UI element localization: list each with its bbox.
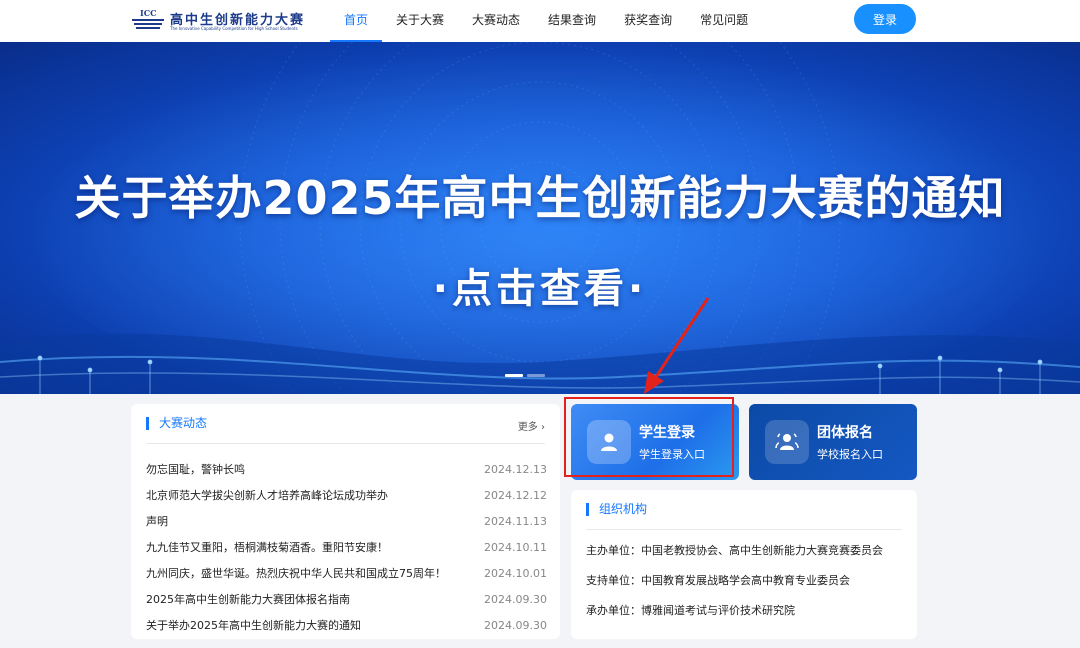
nav-item-3[interactable]: 大赛动态	[458, 0, 534, 42]
org-card-title: 组织机构	[586, 503, 647, 516]
news-item[interactable]: 声明 2024.11.13	[146, 508, 547, 534]
site-logo[interactable]: ICC 高中生创新能力大赛 The Innovative Capability …	[130, 8, 303, 34]
news-item-date: 2024.09.30	[484, 618, 547, 632]
news-card: 大赛动态 更多 › 勿忘国耻，警钟长鸣 2024.12.13 北京师范大学拔尖创新人…	[131, 404, 560, 639]
news-item[interactable]: 北京师范大学拔尖创新人才培养高峰论坛成功举办 2024.12.12	[146, 482, 547, 508]
icc-logo-icon: ICC	[132, 8, 164, 29]
banner-title: 关于举办2025年高中生创新能力大赛的通知	[74, 171, 1006, 225]
news-item-title[interactable]: 声明	[146, 513, 168, 529]
org-list: 主办单位：中国老教授协会、高中生创新能力大赛竞赛委员会 支持单位：中国教育发展战略…	[586, 542, 883, 632]
carousel-indicators	[505, 374, 545, 377]
org-card-header: 组织机构	[586, 502, 902, 530]
news-item-title[interactable]: 九州同庆，盛世华诞。热烈庆祝中华人民共和国成立75周年！	[146, 565, 446, 581]
nav-item-5[interactable]: 获奖查询	[610, 0, 686, 42]
news-item[interactable]: 关于举办2025年高中生创新能力大赛的通知 2024.09.30	[146, 612, 547, 638]
carousel-dot-1[interactable]	[505, 374, 523, 377]
annotation-highlight-box	[564, 397, 734, 477]
news-item-date: 2024.10.01	[484, 566, 547, 580]
logo-abbr: ICC	[140, 8, 156, 18]
group-icon	[765, 420, 809, 464]
org-item: 承办单位：博雅闻道考试与评价技术研究院	[586, 604, 795, 617]
news-item-title[interactable]: 勿忘国耻，警钟长鸣	[146, 461, 245, 477]
news-item-title[interactable]: 2025年高中生创新能力大赛团体报名指南	[146, 591, 350, 607]
logo-subtitle: The Innovative Capability Competition fo…	[170, 26, 298, 31]
org-item: 主办单位：中国老教授协会、高中生创新能力大赛竞赛委员会	[586, 544, 883, 557]
news-item-title[interactable]: 九九佳节又重阳，梧桐满枝菊酒香。重阳节安康！	[146, 539, 388, 555]
news-item-date: 2024.11.13	[484, 514, 547, 528]
carousel-dot-2[interactable]	[527, 374, 545, 377]
news-item-title[interactable]: 关于举办2025年高中生创新能力大赛的通知	[146, 617, 361, 633]
nav-item-2[interactable]: 关于大赛	[382, 0, 458, 42]
nav-item-6[interactable]: 常见问题	[686, 0, 762, 42]
main-nav: 首页 关于大赛 大赛动态 结果查询 获奖查询 常见问题	[330, 0, 762, 42]
organization-card: 组织机构 主办单位：中国老教授协会、高中生创新能力大赛竞赛委员会 支持单位：中国教…	[571, 490, 917, 639]
news-item-date: 2024.10.11	[484, 540, 547, 554]
news-item-date: 2024.09.30	[484, 592, 547, 606]
news-item[interactable]: 勿忘国耻，警钟长鸣 2024.12.13	[146, 456, 547, 482]
news-item-date: 2024.12.12	[484, 488, 547, 502]
nav-item-4[interactable]: 结果查询	[534, 0, 610, 42]
news-item-date: 2024.12.13	[484, 462, 547, 476]
news-card-title: 大赛动态	[146, 417, 207, 430]
news-item[interactable]: 2025年高中生创新能力大赛团体报名指南 2024.09.30	[146, 586, 547, 612]
nav-item-1[interactable]: 首页	[330, 0, 383, 42]
login-button[interactable]: 登录	[854, 4, 916, 34]
top-header: ICC 高中生创新能力大赛 The Innovative Capability …	[0, 0, 1080, 42]
org-item: 支持单位：中国教育发展战略学会高中教育专业委员会	[586, 574, 850, 587]
news-item[interactable]: 九州同庆，盛世华诞。热烈庆祝中华人民共和国成立75周年！ 2024.10.01	[146, 560, 547, 586]
news-item[interactable]: 九九佳节又重阳，梧桐满枝菊酒香。重阳节安康！ 2024.10.11	[146, 534, 547, 560]
group-signup-button[interactable]: 团体报名 学校报名入口	[749, 404, 917, 480]
group-signup-subtitle: 学校报名入口	[817, 448, 883, 461]
news-item-title[interactable]: 北京师范大学拔尖创新人才培养高峰论坛成功举办	[146, 487, 388, 503]
hero-banner[interactable]: 关于举办2025年高中生创新能力大赛的通知 ·点击查看·	[0, 42, 1080, 394]
news-more-link[interactable]: 更多 ›	[518, 418, 545, 433]
news-card-header: 大赛动态 更多 ›	[146, 416, 545, 444]
group-signup-title: 团体报名	[817, 425, 873, 441]
news-list: 勿忘国耻，警钟长鸣 2024.12.13 北京师范大学拔尖创新人才培养高峰论坛成功举…	[146, 456, 547, 638]
banner-cta[interactable]: ·点击查看·	[0, 256, 1080, 314]
